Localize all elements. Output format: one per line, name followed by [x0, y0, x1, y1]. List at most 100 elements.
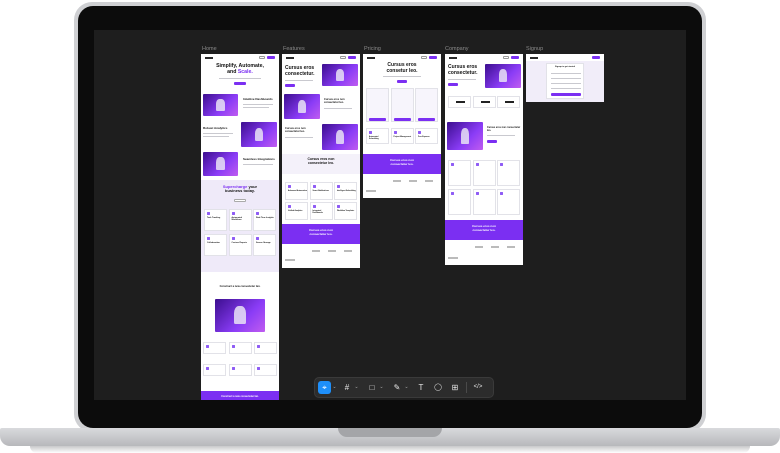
pricing-cta-band: Cursus eros non consectetur leo. — [363, 154, 441, 174]
home-card-3: Real-Time Insights — [253, 209, 276, 231]
signup-form-card: Signup to get started — [546, 63, 584, 99]
features-image-1 — [284, 94, 320, 119]
text-tool-icon[interactable]: T — [415, 381, 427, 394]
company-section-button[interactable] — [487, 140, 497, 143]
frame-label-features[interactable]: Features — [283, 46, 305, 52]
frame-tool-icon[interactable]: # — [341, 381, 353, 394]
home-mid-heading: Construct a new consectetur lan. — [219, 285, 261, 288]
home-testimonial-4 — [203, 364, 226, 376]
features-nav — [282, 54, 360, 61]
company-team-card-1 — [448, 160, 471, 186]
features-card-6: Workflow Templates — [334, 202, 357, 220]
toolbar-divider — [466, 382, 467, 393]
pen-tool-icon[interactable]: ✎ — [391, 381, 403, 394]
home-testimonial-6 — [254, 364, 277, 376]
frame-company[interactable]: Cursus eros consectetur. Cursus eros non … — [445, 54, 523, 265]
pricing-plan-3-button[interactable] — [418, 118, 435, 121]
pricing-plan-3 — [415, 88, 438, 122]
features-hero-image — [322, 64, 358, 86]
features-card-2: Smart Notifications — [309, 182, 333, 200]
home-card-1: Task Tracking — [204, 209, 227, 231]
pricing-plan-1 — [366, 88, 389, 122]
company-team-card-3 — [497, 160, 520, 186]
home-feature-2-title: Robust Analytics — [203, 126, 228, 130]
company-stat-2 — [472, 96, 496, 108]
company-team-card-5 — [472, 189, 496, 215]
home-feature-3-title: Seamless Integrations — [243, 157, 275, 161]
frame-pricing[interactable]: Cursus eros consetur leo. Automated Sched… — [363, 54, 441, 198]
home-supercharge-button[interactable] — [234, 199, 246, 202]
company-hero-button[interactable] — [448, 83, 458, 86]
company-team-card-4 — [448, 189, 471, 215]
pricing-plan-1-button[interactable] — [369, 118, 386, 121]
home-showcase-image — [215, 299, 265, 332]
frame-signup[interactable]: Signup to get started — [526, 54, 604, 102]
frame-tool-chevron-icon[interactable]: ⌄ — [354, 381, 359, 394]
pricing-card-3: Free Expense — [415, 128, 438, 144]
features-card-1: Advanced Automation — [285, 182, 308, 200]
home-testimonial-1 — [203, 342, 226, 354]
home-supercharge-title: Supercharge your business today. — [222, 184, 258, 194]
frame-home[interactable]: Simplify, Automate, and Scale. Intuitive… — [201, 54, 279, 400]
home-feature-image-2 — [241, 122, 277, 147]
features-image-2 — [322, 124, 358, 150]
home-testimonial-5 — [228, 364, 252, 376]
pricing-nav — [363, 54, 441, 61]
company-hero-image — [485, 64, 521, 88]
home-testimonial-2 — [228, 342, 252, 354]
move-tool-chevron-icon[interactable]: ⌄ — [332, 381, 337, 394]
home-card-2: Automated Workflows — [228, 209, 252, 231]
features-hero-button[interactable] — [285, 84, 295, 87]
home-cta-band: Construct a new consectetur lan. — [201, 391, 279, 400]
company-team-card-2 — [472, 160, 496, 186]
features-cta-band: Cursus eros non consectetur leo. — [282, 224, 360, 244]
company-stat-1 — [448, 96, 471, 108]
pricing-card-1: Automated Scheduling — [366, 128, 389, 144]
features-hero-title: Cursus eros consectetur. — [285, 65, 315, 77]
home-hero-title: Simplify, Automate, and Scale. — [216, 63, 264, 75]
signup-button[interactable] — [551, 93, 581, 96]
design-canvas[interactable]: Home Features Pricing Company Signup Sim… — [94, 30, 686, 400]
frame-label-company[interactable]: Company — [445, 46, 469, 52]
dev-mode-tool-icon[interactable]: </> — [470, 381, 486, 394]
company-stat-3 — [497, 96, 520, 108]
move-tool-icon[interactable]: ⌖ — [318, 381, 331, 394]
company-section-1-title: Cursus eros non consectetur leo. — [487, 126, 521, 132]
home-feature-image-1 — [203, 94, 238, 116]
frame-label-pricing[interactable]: Pricing — [364, 46, 381, 52]
rectangle-tool-chevron-icon[interactable]: ⌄ — [379, 381, 384, 394]
pricing-hero-title: Cursus eros consetur leo. — [386, 62, 418, 74]
company-nav — [445, 54, 523, 61]
home-card-6: Secure Storage — [253, 234, 276, 256]
pricing-plan-2 — [390, 88, 414, 122]
home-card-5: Custom Reports — [228, 234, 252, 256]
frame-label-home[interactable]: Home — [202, 46, 217, 52]
comment-tool-icon[interactable]: ◯ — [432, 381, 444, 394]
features-section-1-title: Cursus eros non consectetur leo. — [324, 98, 345, 104]
pricing-plan-2-button[interactable] — [393, 118, 411, 121]
rectangle-tool-icon[interactable]: □ — [366, 381, 378, 394]
company-cta-band: Cursus eros non consectetur leo. — [445, 220, 523, 240]
home-testimonial-3 — [254, 342, 277, 354]
pricing-hero-button[interactable] — [397, 80, 407, 83]
features-card-3: Intelligent Scheduling — [334, 182, 357, 200]
components-tool-icon[interactable]: ⊞ — [449, 381, 461, 394]
company-team-image — [447, 122, 483, 150]
signup-heading: Signup to get started — [555, 66, 575, 68]
home-hero-button[interactable] — [234, 82, 246, 85]
pricing-card-2: Project Management — [390, 128, 414, 144]
frame-features[interactable]: Cursus eros consectetur. Cursus eros non … — [282, 54, 360, 268]
home-card-4: Collaboration — [204, 234, 227, 256]
features-card-5: Integrated Dashboards — [309, 202, 333, 220]
features-mid-heading: Cursus eros non consectetur leo. — [307, 157, 335, 165]
home-feature-1-title: Intuitive Dashboards — [243, 97, 273, 101]
laptop-base-notch — [338, 428, 442, 437]
company-hero-title: Cursus eros consectetur. — [448, 64, 478, 76]
bottom-toolbar: ⌖ ⌄ # ⌄ □ ⌄ ✎ ⌄ T ◯ ⊞ </> — [314, 377, 494, 398]
company-team-card-6 — [497, 189, 520, 215]
home-nav — [201, 54, 279, 61]
laptop-shadow — [30, 446, 750, 453]
features-section-2-title: Cursus eros non consectetur leo. — [285, 127, 306, 133]
frame-label-signup[interactable]: Signup — [526, 46, 543, 52]
pen-tool-chevron-icon[interactable]: ⌄ — [404, 381, 409, 394]
